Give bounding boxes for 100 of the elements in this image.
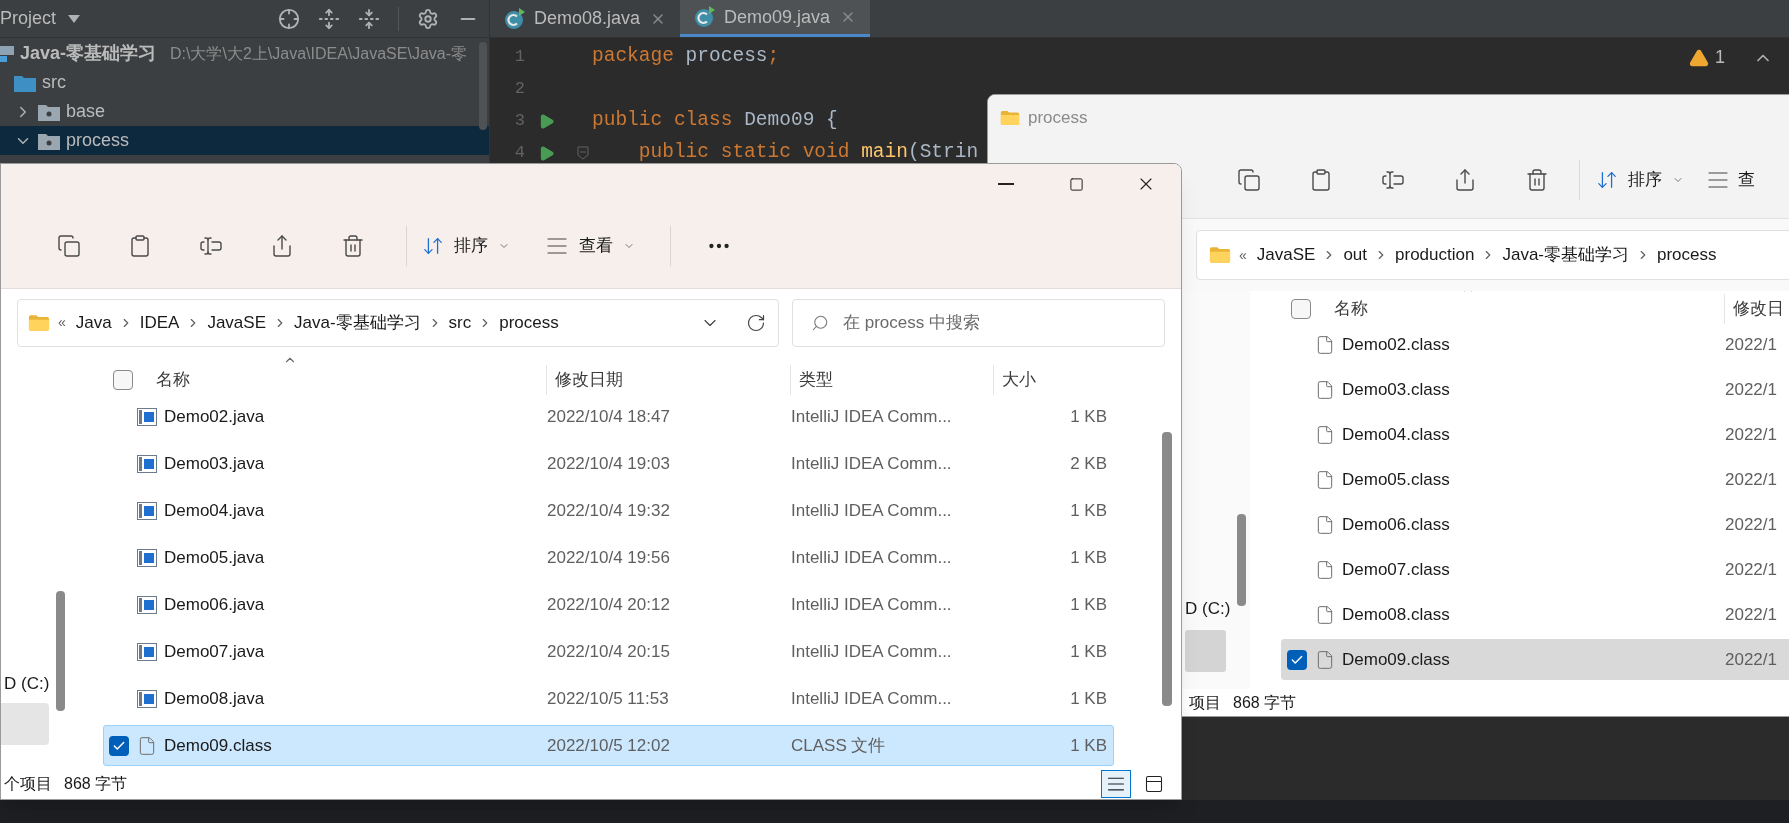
breadcrumb[interactable]: JavaSE bbox=[1256, 242, 1316, 268]
overflow-chevron[interactable]: « bbox=[1239, 244, 1247, 266]
file-row[interactable]: Demo08.java 2022/10/5 11:53 IntelliJ IDEA Comm... 1 KB bbox=[103, 678, 1114, 719]
breadcrumb[interactable]: process bbox=[499, 309, 559, 336]
warning-icon[interactable] bbox=[1689, 47, 1709, 68]
size-cell-text: 1 KB bbox=[1069, 546, 1108, 569]
breadcrumb[interactable]: Java-零基础学习 bbox=[1502, 242, 1629, 268]
scrollbar-thumb[interactable] bbox=[1162, 432, 1172, 706]
editor-tab[interactable]: Demo09.java bbox=[680, 0, 870, 37]
editor-tab[interactable]: Demo08.java bbox=[490, 0, 680, 37]
class-icon bbox=[694, 6, 716, 28]
file-row[interactable]: Demo03.java 2022/10/4 19:03 IntelliJ IDEA Comm... 2 KB bbox=[103, 443, 1114, 484]
breadcrumb[interactable]: out bbox=[1343, 242, 1368, 268]
file-row[interactable]: Demo06.class 2022/1 bbox=[1281, 504, 1789, 545]
file-row[interactable]: Demo02.class 2022/1 bbox=[1281, 324, 1789, 365]
address-bar[interactable]: « Java IDEA JavaSE Java-零基础学习 src process bbox=[17, 298, 779, 347]
file-row[interactable]: Demo04.java 2022/10/4 19:32 IntelliJ IDEA Comm... 1 KB bbox=[103, 490, 1114, 531]
column-header[interactable]: 名称 bbox=[1334, 296, 1368, 322]
file-row[interactable]: Demo09.class 2022/1 bbox=[1281, 639, 1789, 680]
breadcrumb[interactable]: production bbox=[1395, 242, 1475, 268]
file-icon bbox=[1315, 468, 1335, 491]
java-file-icon bbox=[137, 642, 157, 661]
status-text: 项目 bbox=[1189, 692, 1221, 713]
date-cell-text: 2022/10/4 20:12 bbox=[547, 593, 671, 616]
type-cell-text: IntelliJ IDEA Comm... bbox=[791, 687, 953, 710]
column-header[interactable]: 修改日 bbox=[1724, 294, 1789, 324]
tree-label: src bbox=[42, 71, 66, 94]
sort-button[interactable]: 排序 bbox=[422, 228, 510, 264]
warning-count: 1 bbox=[1715, 46, 1725, 69]
tree-item[interactable]: src bbox=[0, 68, 489, 97]
clipboard-icon bbox=[128, 234, 152, 258]
date-cell-text: 2022/1 bbox=[1725, 468, 1778, 491]
collapse-all-icon[interactable] bbox=[358, 7, 380, 30]
dropdown-icon[interactable] bbox=[68, 14, 81, 23]
run-icon[interactable] bbox=[538, 112, 555, 130]
file-name: Demo07.class bbox=[1342, 558, 1450, 581]
breadcrumb[interactable]: Java bbox=[75, 309, 112, 336]
search-icon bbox=[811, 313, 829, 332]
settings-icon[interactable] bbox=[417, 7, 439, 30]
nav-item[interactable]: D (C:) bbox=[1, 669, 76, 699]
code-line: public static void main(Strin bbox=[637, 140, 979, 166]
file-row[interactable]: Demo04.class 2022/1 bbox=[1281, 414, 1789, 455]
breadcrumb[interactable]: src bbox=[448, 309, 472, 336]
scrollbar-thumb[interactable] bbox=[479, 42, 487, 130]
panel-title[interactable]: Project bbox=[0, 5, 57, 32]
breadcrumb[interactable]: process bbox=[1657, 242, 1717, 268]
nav-item[interactable]: D (C:) bbox=[1185, 594, 1250, 624]
file-row[interactable]: Demo03.class 2022/1 bbox=[1281, 369, 1789, 410]
column-header[interactable]: 类型 bbox=[790, 365, 993, 395]
clipboard-icon bbox=[1309, 167, 1333, 192]
breadcrumb[interactable]: Java-零基础学习 bbox=[294, 309, 421, 336]
locate-icon[interactable] bbox=[278, 7, 300, 30]
checkbox[interactable] bbox=[1287, 649, 1307, 670]
tree-item[interactable]: process bbox=[0, 126, 489, 155]
java-file-icon bbox=[137, 407, 157, 426]
address-bar[interactable]: « JavaSE out production Java-零基础学习 process bbox=[1196, 230, 1789, 280]
folder-icon bbox=[1209, 246, 1231, 264]
expand-all-icon[interactable] bbox=[318, 7, 340, 30]
breadcrumb[interactable]: JavaSE bbox=[207, 309, 266, 336]
tree-item[interactable]: Java-零基础学习 D:\大学\大2上\Java\IDEA\JavaSE\Java-零 bbox=[0, 39, 489, 68]
file-row[interactable]: Demo07.java 2022/10/4 20:15 IntelliJ IDEA Comm... 1 KB bbox=[103, 631, 1114, 672]
file-row[interactable]: Demo06.java 2022/10/4 20:12 IntelliJ IDEA Comm... 1 KB bbox=[103, 584, 1114, 625]
file-icon bbox=[1315, 513, 1335, 536]
folder-icon bbox=[14, 73, 36, 92]
file-row[interactable]: Demo05.java 2022/10/4 19:56 IntelliJ IDEA Comm... 1 KB bbox=[103, 537, 1114, 578]
size-cell-text: 1 KB bbox=[1069, 593, 1108, 616]
file-name: Demo02.java bbox=[164, 405, 265, 428]
overflow-chevron[interactable]: « bbox=[58, 312, 66, 333]
java-file-icon bbox=[137, 548, 157, 567]
select-all-checkbox[interactable] bbox=[1291, 299, 1311, 319]
file-row[interactable]: Demo09.class 2022/10/5 12:02 CLASS 文件 1 KB bbox=[103, 725, 1114, 766]
column-header[interactable]: 名称 bbox=[156, 367, 190, 393]
file-row[interactable]: Demo07.class 2022/1 bbox=[1281, 549, 1789, 590]
file-row[interactable]: Demo02.java 2022/10/4 18:47 IntelliJ IDEA Comm... 1 KB bbox=[103, 396, 1114, 437]
details-view-button[interactable] bbox=[1101, 770, 1131, 798]
tree-label: process bbox=[66, 129, 130, 152]
view-button[interactable]: 查看 bbox=[545, 228, 635, 264]
file-row[interactable]: Demo08.class 2022/1 bbox=[1281, 594, 1789, 635]
file-name: Demo09.class bbox=[1342, 648, 1450, 671]
checkbox[interactable] bbox=[109, 735, 129, 756]
column-header[interactable]: 修改日期 bbox=[546, 365, 790, 395]
sort-button[interactable]: 排序 bbox=[1596, 161, 1684, 198]
run-icon[interactable] bbox=[538, 144, 555, 162]
date-cell-text: 2022/10/4 20:15 bbox=[547, 640, 671, 663]
share-icon bbox=[1453, 167, 1477, 192]
file-name: Demo03.java bbox=[164, 452, 265, 475]
file-row[interactable]: Demo05.class 2022/1 bbox=[1281, 459, 1789, 500]
search-field[interactable]: 在 process 中搜索 bbox=[792, 298, 1165, 347]
trash-icon bbox=[341, 234, 365, 258]
breadcrumb[interactable]: IDEA bbox=[139, 309, 180, 336]
select-all-checkbox[interactable] bbox=[113, 370, 133, 390]
view-button[interactable]: 查 bbox=[1706, 161, 1755, 198]
column-header[interactable]: 大小 bbox=[993, 365, 1114, 395]
project-path: D:\大学\大2上\Java\IDEA\JavaSE\Java-零 bbox=[170, 43, 468, 64]
refresh-icon[interactable] bbox=[746, 312, 766, 333]
scrollbar-thumb[interactable] bbox=[1237, 514, 1246, 606]
search-input[interactable]: 在 process 中搜索 bbox=[843, 309, 1164, 336]
tree-item[interactable]: base bbox=[0, 97, 489, 126]
scrollbar-thumb[interactable] bbox=[56, 591, 65, 711]
file-name: Demo06.java bbox=[164, 593, 265, 616]
